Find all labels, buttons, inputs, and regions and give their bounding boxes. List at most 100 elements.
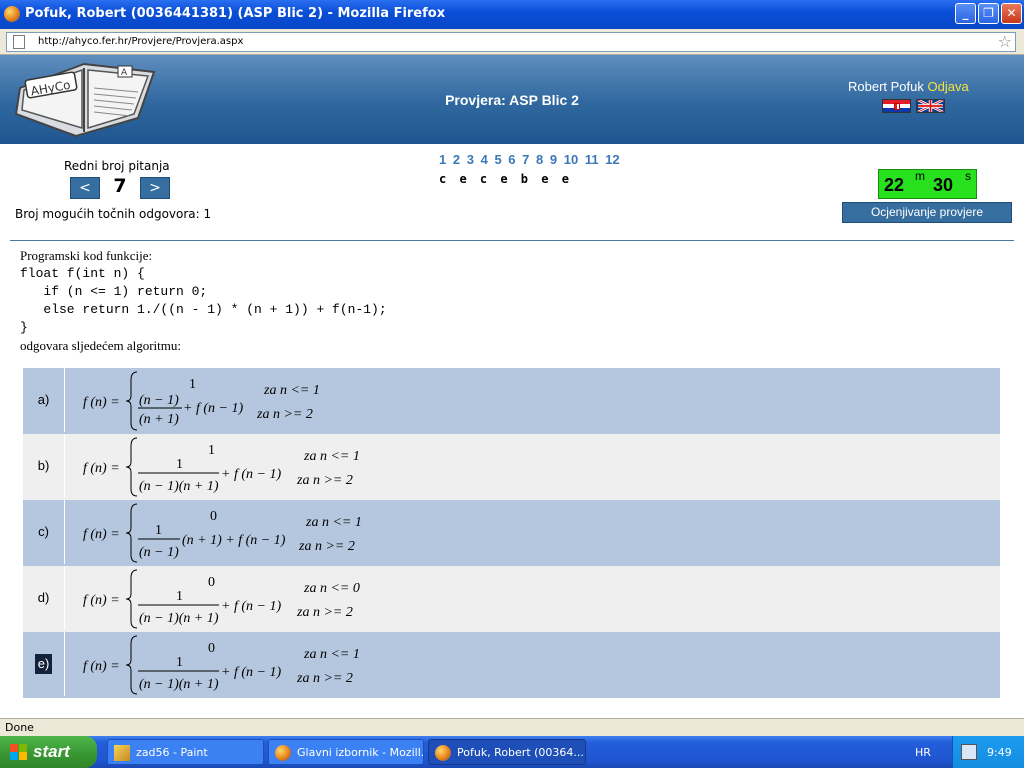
window-titlebar[interactable]: Pofuk, Robert (0036441381) (ASP Blic 2) … (0, 0, 1024, 29)
svg-text:1: 1 (189, 377, 196, 392)
question-link[interactable]: 10 (564, 152, 578, 167)
svg-text:f (n) =: f (n) = (83, 527, 120, 542)
code-line: } (20, 320, 28, 335)
system-tray: 9:49 (952, 736, 1024, 768)
answer-letter[interactable]: d) (23, 566, 65, 630)
taskbar-item-paint[interactable]: zad56 - Paint (107, 739, 264, 765)
question-link[interactable]: 3 (467, 152, 474, 167)
current-question-number: 7 (113, 175, 127, 197)
timer-seconds: 30 (933, 175, 954, 195)
answer-letter[interactable]: a) (23, 368, 65, 432)
firefox-icon (435, 745, 451, 761)
language-indicator[interactable]: HR (915, 746, 931, 759)
grade-test-button[interactable]: Ocjenjivanje provjere (842, 202, 1012, 223)
close-button[interactable]: ✕ (1001, 3, 1022, 24)
answer-letter-selected[interactable]: e) (23, 632, 65, 696)
svg-text:+ f (n − 1): + f (n − 1) (221, 467, 281, 482)
paint-icon (114, 745, 130, 761)
next-question-button[interactable]: > (140, 177, 170, 199)
answer-letter[interactable]: c) (23, 500, 65, 564)
answer-letter[interactable]: b) (23, 434, 65, 498)
question-outro: odgovara sljedećem algoritmu: (20, 338, 182, 353)
svg-text:+ f (n − 1): + f (n − 1) (183, 401, 243, 416)
question-link[interactable]: 2 (453, 152, 460, 167)
svg-text:za n >= 2: za n >= 2 (296, 605, 353, 620)
svg-text:A: A (121, 68, 128, 78)
task-label: zad56 - Paint (136, 746, 208, 759)
svg-text:za n >= 2: za n >= 2 (296, 671, 353, 686)
svg-text:(n − 1): (n − 1) (139, 393, 179, 408)
svg-text:0: 0 (208, 575, 215, 590)
taskbar-item-firefox-menu[interactable]: Glavni izbornik - Mozill... (268, 739, 424, 765)
svg-text:za n >= 2: za n >= 2 (298, 539, 355, 554)
task-label: Pofuk, Robert (00364... (457, 746, 584, 759)
code-line: if (n <= 1) return 0; (20, 284, 208, 299)
logout-link[interactable]: Odjava (928, 79, 969, 94)
svg-text:0: 0 (210, 509, 217, 524)
answer-row-a[interactable]: a) f (n) = 1 (n − 1) (n + 1) + f (n − 1)… (23, 368, 1000, 434)
svg-text:(n + 1): (n + 1) (139, 412, 179, 427)
user-info: Robert Pofuk Odjava (848, 79, 969, 94)
clock[interactable]: 9:49 (987, 746, 1012, 759)
question-controls: Redni broj pitanja < 7 > Broj mogućih to… (0, 144, 1024, 242)
svg-text:za n <= 0: za n <= 0 (303, 581, 360, 596)
svg-text:1: 1 (176, 589, 183, 604)
answer-formula: f (n) = 0 1 (n − 1)(n + 1) + f (n − 1) z… (83, 569, 360, 629)
countdown-timer: 22 m 30 s (878, 169, 977, 199)
question-link[interactable]: 9 (550, 152, 557, 167)
question-link[interactable]: 4 (481, 152, 488, 167)
answer-formula: f (n) = 1 1 (n − 1)(n + 1) + f (n − 1) z… (83, 437, 360, 497)
divider (10, 240, 1014, 241)
svg-text:za n >= 2: za n >= 2 (256, 407, 313, 422)
answer-formula: f (n) = 0 1 (n − 1)(n + 1) + f (n − 1) z… (83, 635, 360, 695)
url-field[interactable]: http://ahyco.fer.hr/Provjere/Provjera.as… (6, 32, 1016, 52)
minimize-button[interactable]: _ (955, 3, 976, 24)
answer-formula: f (n) = 1 (n − 1) (n + 1) + f (n − 1) za… (83, 371, 320, 431)
taskbar: start zad56 - Paint Glavni izbornik - Mo… (0, 736, 1024, 768)
maximize-button[interactable]: ❐ (978, 3, 999, 24)
question-link[interactable]: 7 (522, 152, 529, 167)
question-link[interactable]: 5 (494, 152, 501, 167)
svg-text:za n <= 1: za n <= 1 (303, 647, 360, 662)
svg-text:(n − 1): (n − 1) (139, 545, 179, 560)
svg-text:f (n) =: f (n) = (83, 461, 120, 476)
timer-seconds-unit: s (965, 169, 971, 183)
start-label: start (33, 742, 70, 761)
question-link[interactable]: 12 (605, 152, 619, 167)
answer-row-c[interactable]: c) f (n) = 0 1 (n − 1) (n + 1) + f (n − … (23, 500, 1000, 566)
svg-text:za n <= 1: za n <= 1 (303, 449, 360, 464)
question-link[interactable]: 6 (508, 152, 515, 167)
bookmark-star-icon[interactable]: ☆ (998, 32, 1012, 51)
uk-flag-icon[interactable] (916, 99, 945, 113)
firefox-icon (275, 745, 291, 761)
svg-text:(n − 1)(n + 1): (n − 1)(n + 1) (139, 611, 219, 626)
firefox-icon (4, 6, 20, 22)
status-bar: Done (0, 718, 1024, 736)
answer-row-d[interactable]: d) f (n) = 0 1 (n − 1)(n + 1) + f (n − 1… (23, 566, 1000, 632)
answer-row-b[interactable]: b) f (n) = 1 1 (n − 1)(n + 1) + f (n − 1… (23, 434, 1000, 500)
code-line: else return 1./((n - 1) * (n + 1)) + f(n… (20, 302, 387, 317)
windows-logo-icon-lower (10, 752, 27, 760)
question-link[interactable]: 1 (439, 152, 446, 167)
svg-text:1: 1 (176, 457, 183, 472)
prev-question-button[interactable]: < (70, 177, 100, 199)
svg-text:(n + 1) + f (n − 1): (n + 1) + f (n − 1) (182, 533, 286, 548)
svg-text:+ f (n − 1): + f (n − 1) (221, 599, 281, 614)
taskbar-item-firefox-active[interactable]: Pofuk, Robert (00364... (428, 739, 586, 765)
svg-text:f (n) =: f (n) = (83, 395, 120, 410)
answer-list: a) f (n) = 1 (n − 1) (n + 1) + f (n − 1)… (23, 368, 1000, 698)
croatian-flag-icon[interactable] (882, 99, 911, 113)
svg-text:za n <= 1: za n <= 1 (263, 383, 320, 398)
question-link[interactable]: 8 (536, 152, 543, 167)
given-answers: c e c e b e e (439, 172, 572, 186)
answer-row-e[interactable]: e) f (n) = 0 1 (n − 1)(n + 1) + f (n − 1… (23, 632, 1000, 698)
start-button[interactable]: start (0, 736, 97, 768)
user-name: Robert Pofuk (848, 79, 924, 94)
page-icon (13, 35, 25, 49)
address-bar: http://ahyco.fer.hr/Provjere/Provjera.as… (0, 29, 1024, 55)
svg-text:1: 1 (176, 655, 183, 670)
timer-minutes-unit: m (915, 169, 925, 183)
tray-icon[interactable] (961, 744, 977, 760)
question-link[interactable]: 11 (585, 152, 599, 167)
status-text: Done (5, 721, 34, 734)
